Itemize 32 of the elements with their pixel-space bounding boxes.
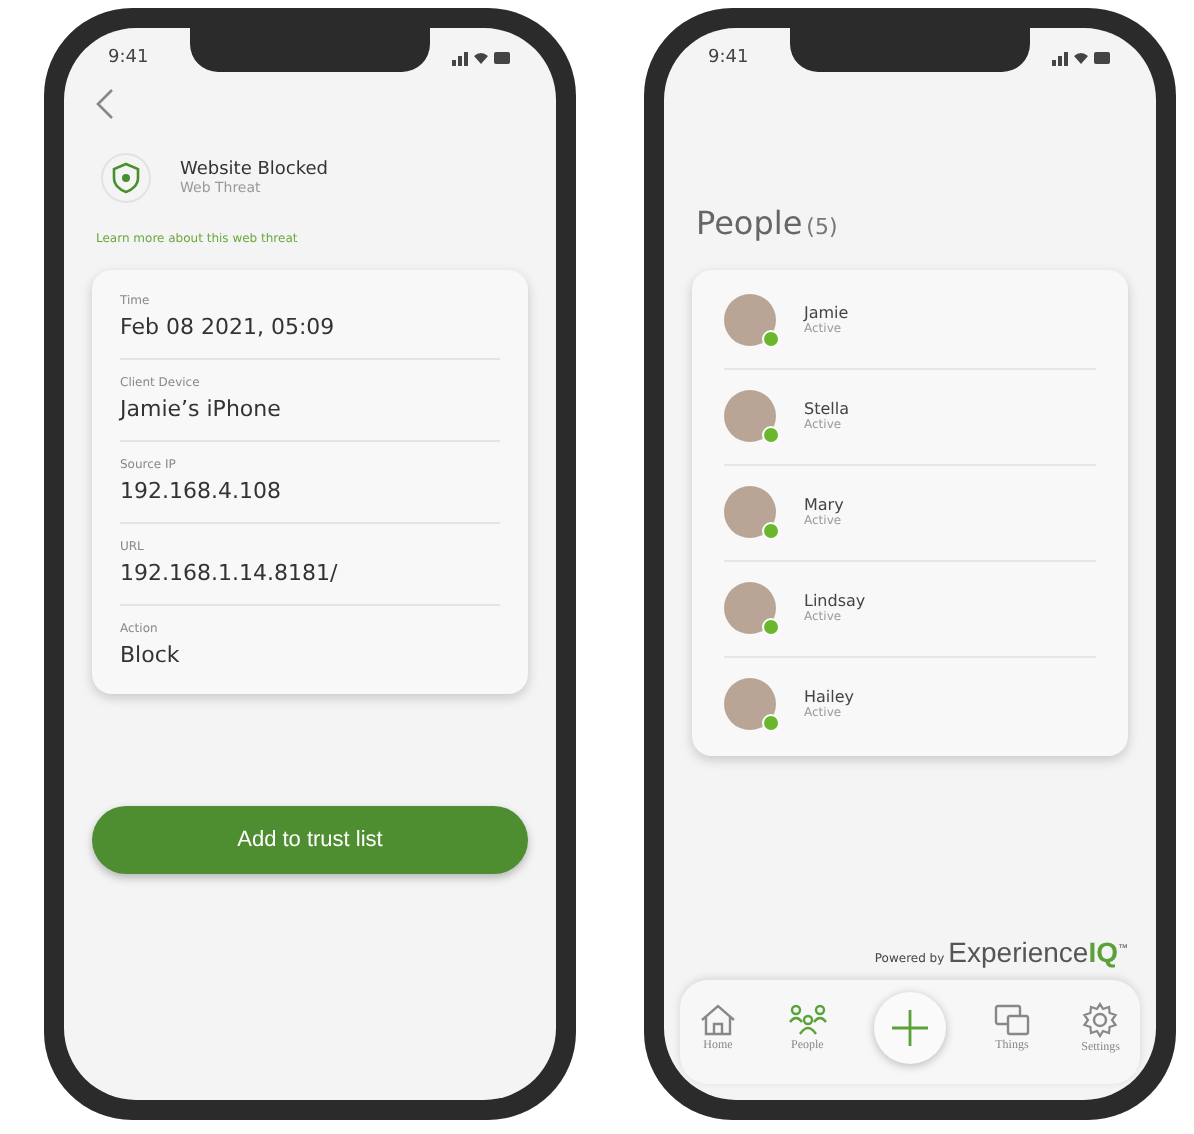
status-time: 9:41 (708, 48, 749, 68)
add-button[interactable] (874, 992, 947, 1064)
avatar-placeholder (724, 582, 776, 634)
detail-value: 192.168.4.108 (120, 478, 283, 504)
detail-value: 192.168.1.14.8181/ (120, 560, 340, 586)
add-to-trust-list-button[interactable]: Add to trust list (92, 806, 528, 874)
home-icon (700, 1004, 736, 1036)
alert-title: Website Blocked (180, 160, 329, 180)
person-name[interactable]: Lindsay (804, 592, 866, 610)
detail-value: Feb 08 2021, 05:09 (120, 314, 337, 340)
people-icon (787, 1004, 828, 1036)
person-name[interactable]: Stella (804, 400, 849, 418)
settings-icon (1082, 1002, 1119, 1038)
person-name[interactable]: Jamie (804, 304, 849, 322)
devices-icon (993, 1004, 1030, 1036)
person-name[interactable]: Mary (804, 496, 844, 514)
back-icon[interactable] (96, 88, 114, 120)
people-count: (5) (806, 214, 838, 240)
avatar-placeholder (724, 678, 776, 730)
avatar-placeholder (724, 294, 776, 346)
avatar-placeholder (724, 486, 776, 538)
status-icons (1052, 50, 1112, 66)
person-name[interactable]: Hailey (804, 688, 855, 706)
detail-value: Jamie’s iPhone (120, 396, 283, 422)
shield-icon (100, 152, 152, 204)
plus-icon (890, 1008, 931, 1048)
status-time: 9:41 (108, 48, 149, 68)
page-title: People (696, 204, 803, 242)
status-icons (452, 50, 512, 66)
detail-value: Block (120, 642, 182, 668)
brand-logo: ExperienceIQ$^{™}$ (948, 936, 1128, 968)
avatar-placeholder (724, 390, 776, 442)
